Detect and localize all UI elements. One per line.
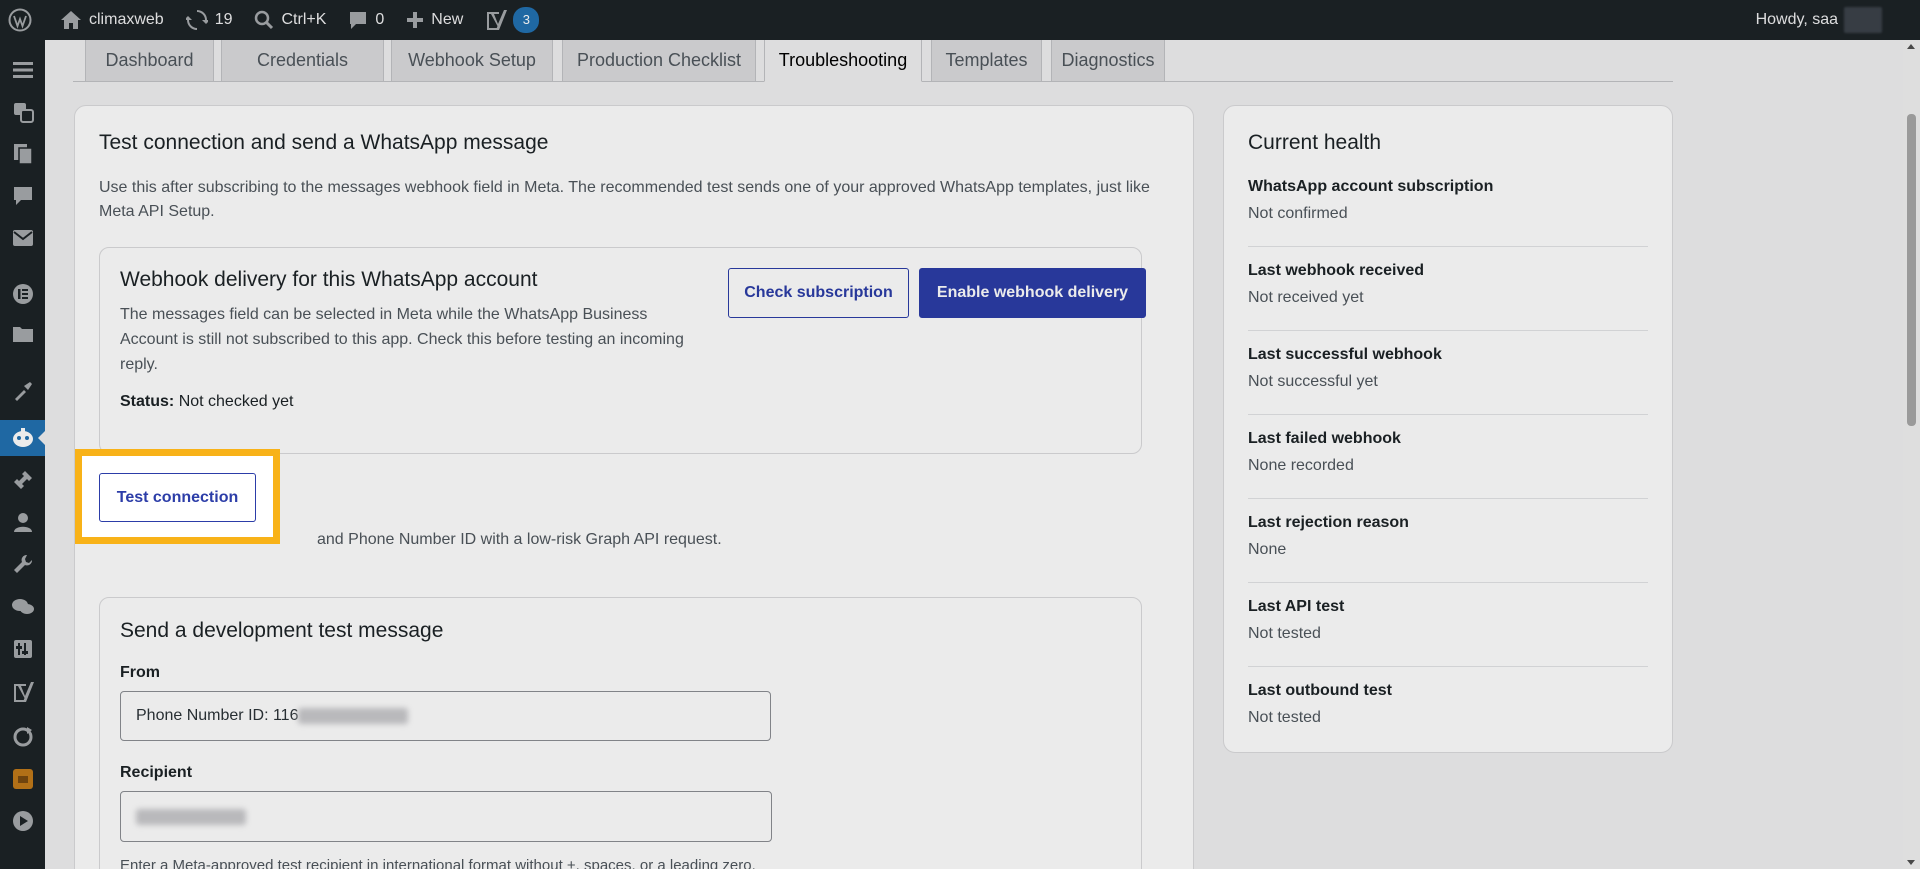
health-item: Last successful webhook Not successful y…: [1248, 346, 1442, 390]
tab-diagnostics[interactable]: Diagnostics: [1051, 40, 1165, 82]
avatar: [1844, 7, 1882, 33]
health-item: Last outbound test Not tested: [1248, 682, 1392, 726]
yoast-menu-icon[interactable]: [0, 674, 45, 710]
updates-link[interactable]: 19: [174, 0, 243, 40]
comment-icon: [350, 12, 367, 29]
redacted-value: [298, 708, 409, 724]
dev-test-message-panel: Send a development test message From Pho…: [99, 597, 1142, 869]
webhook-delivery-panel: Webhook delivery for this WhatsApp accou…: [99, 247, 1146, 454]
yoast-link[interactable]: 3: [473, 0, 549, 40]
intro-text: Use this after subscribing to the messag…: [99, 179, 1150, 220]
plugins-icon[interactable]: [0, 462, 45, 498]
tab-credentials[interactable]: Credentials: [221, 40, 384, 82]
whatsapp-plugin-icon[interactable]: [0, 420, 45, 456]
wordpress-logo-icon[interactable]: [0, 0, 42, 40]
scroll-up-arrow-icon[interactable]: [1907, 44, 1915, 49]
divider: [1248, 666, 1648, 667]
search-shortcut-label: Ctrl+K: [281, 11, 327, 28]
divider: [1248, 498, 1648, 499]
scroll-down-arrow-icon[interactable]: [1907, 860, 1915, 865]
search-icon: [255, 10, 274, 30]
pages-icon[interactable]: [0, 136, 45, 172]
recipient-label: Recipient: [120, 764, 193, 781]
search-shortcut[interactable]: Ctrl+K: [242, 0, 336, 40]
from-field[interactable]: Phone Number ID: 116: [120, 691, 771, 741]
yoast-count-badge: 3: [513, 7, 540, 33]
users-icon[interactable]: [0, 504, 45, 540]
howdy-text: Howdy, saa: [1755, 11, 1838, 28]
admin-menu: [0, 40, 45, 869]
site-name: climaxweb: [89, 11, 164, 28]
health-title: Current health: [1248, 131, 1382, 154]
new-label: New: [431, 11, 464, 28]
admin-bar: climaxweb 19 Ctrl+K 0 New 3: [0, 0, 1920, 40]
tab-troubleshooting[interactable]: Troubleshooting: [764, 40, 922, 82]
new-content-link[interactable]: New: [394, 0, 473, 40]
scroll-thumb[interactable]: [1907, 114, 1916, 426]
appearance-icon[interactable]: [0, 373, 45, 409]
home-icon: [61, 11, 81, 29]
webhook-delivery-description: The messages field can be selected in Me…: [120, 306, 684, 373]
yoast-icon: [487, 10, 508, 30]
play-icon[interactable]: [0, 803, 45, 839]
health-item: Last webhook received Not received yet: [1248, 262, 1425, 306]
site-name-link[interactable]: climaxweb: [42, 0, 174, 40]
updates-icon: [185, 10, 208, 30]
tools-icon[interactable]: [0, 546, 45, 582]
divider: [1248, 330, 1648, 331]
webhook-status: Status: Not checked yet: [120, 393, 294, 410]
health-item: Last API test Not tested: [1248, 598, 1345, 642]
test-connection-button[interactable]: Test connection: [99, 473, 256, 522]
plugin-badge-icon[interactable]: [0, 761, 45, 797]
webhook-status-value: Not checked yet: [178, 393, 294, 410]
tab-dashboard[interactable]: Dashboard: [85, 40, 214, 82]
tab-production-checklist[interactable]: Production Checklist: [562, 40, 756, 82]
divider: [1248, 414, 1648, 415]
my-account[interactable]: Howdy, saa: [1756, 0, 1882, 40]
folder-icon[interactable]: [0, 316, 45, 352]
media-icon[interactable]: [0, 94, 45, 130]
page-scrollbar[interactable]: [1903, 40, 1920, 869]
comments-icon[interactable]: [0, 178, 45, 214]
updates-count: 19: [214, 11, 233, 28]
from-label: From: [120, 664, 160, 681]
comments-count: 0: [375, 11, 385, 28]
health-item: Last rejection reason None: [1248, 514, 1409, 558]
recipient-field[interactable]: [120, 791, 772, 842]
plus-icon: [407, 12, 424, 28]
webhook-delivery-title: Webhook delivery for this WhatsApp accou…: [120, 268, 538, 291]
divider: [1248, 246, 1648, 247]
health-item: WhatsApp account subscription Not confir…: [1248, 178, 1494, 222]
redacted-value: [136, 808, 246, 825]
tab-webhook-setup[interactable]: Webhook Setup: [391, 40, 553, 82]
health-item: Last failed webhook None recorded: [1248, 430, 1401, 474]
comments-link[interactable]: 0: [336, 0, 394, 40]
check-subscription-button[interactable]: Check subscription: [728, 268, 909, 318]
settings-icon[interactable]: [0, 631, 45, 667]
card-title: Test connection and send a WhatsApp mess…: [99, 131, 549, 154]
settings-tabs: Dashboard Credentials Webhook Setup Prod…: [73, 40, 1673, 82]
elementor-icon[interactable]: [0, 276, 45, 312]
test-connection-hint: and Phone Number ID with a low-risk Grap…: [317, 531, 722, 548]
enable-webhook-delivery-button[interactable]: Enable webhook delivery: [919, 268, 1146, 318]
mail-icon[interactable]: [0, 220, 45, 256]
sync-icon[interactable]: [0, 719, 45, 755]
tab-templates[interactable]: Templates: [931, 40, 1042, 82]
collapse-menu-icon[interactable]: [0, 52, 45, 88]
chat-icon[interactable]: [0, 589, 45, 625]
divider: [1248, 582, 1648, 583]
recipient-hint: Enter a Meta-approved test recipient in …: [120, 857, 756, 869]
dev-test-message-title: Send a development test message: [120, 619, 444, 642]
current-health-card: Current health WhatsApp account subscrip…: [1223, 105, 1673, 753]
